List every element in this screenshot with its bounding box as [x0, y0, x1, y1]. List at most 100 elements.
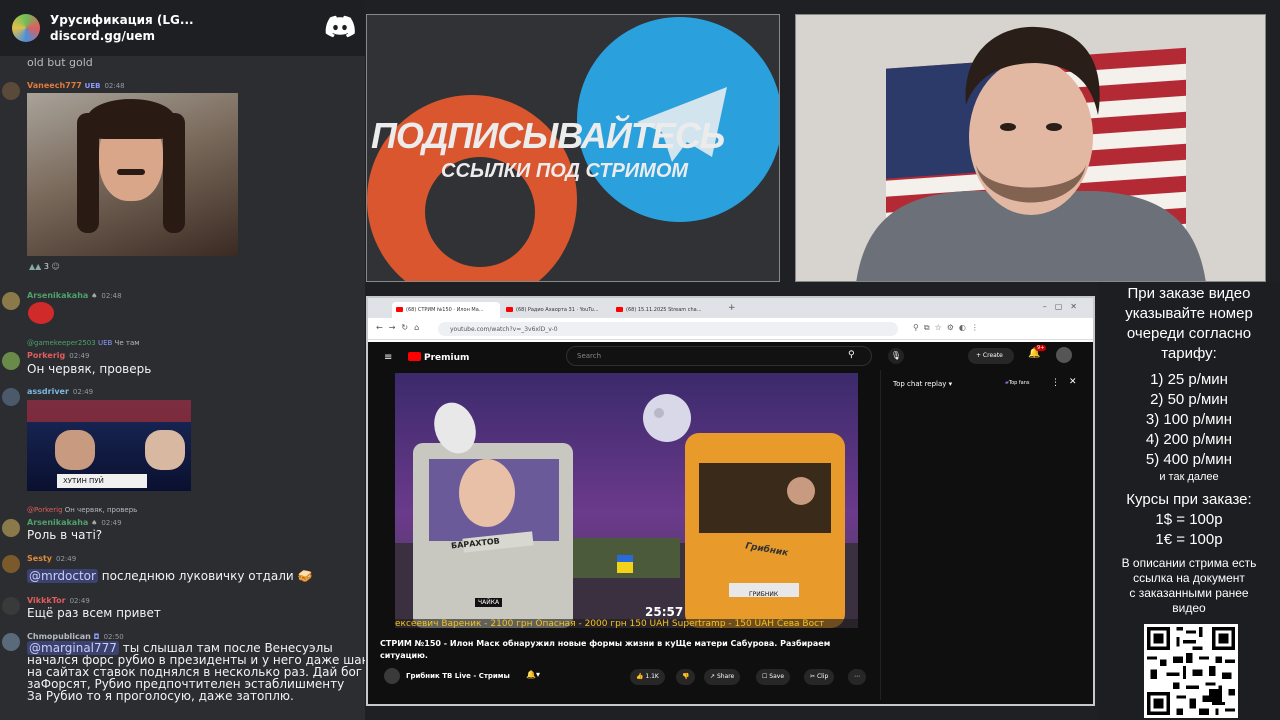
- stream-layout: Урусификация (LG... discord.gg/uem old b…: [0, 0, 1280, 720]
- message-author[interactable]: Vaneech777 UEB 02:48: [27, 81, 125, 90]
- emoji-sticker-icon: [28, 302, 54, 324]
- youtube-page: ≡ Premium Search ⚲ 🎙 + Create 🔔 9+ БАРАХ…: [368, 342, 1093, 704]
- rate-item: 3) 100 р/мин: [1145, 411, 1233, 428]
- message-author[interactable]: VikkkTor 02:49: [27, 596, 90, 605]
- message-author[interactable]: Sesty 02:49: [27, 554, 76, 563]
- info-footer-line: с заказанными ранее: [1129, 586, 1249, 600]
- window-controls[interactable]: –▢✕: [1043, 302, 1085, 311]
- plate-right: ГРИБНИК: [749, 591, 779, 598]
- browser-tab[interactable]: (68) СТРИМ №150 · Илон Ма...: [392, 302, 500, 318]
- chat-replay-dropdown[interactable]: Top chat replay ▾: [893, 380, 952, 388]
- share-button[interactable]: ↗ Share: [704, 669, 741, 685]
- clip-button[interactable]: ✂ Clip: [804, 669, 835, 685]
- account-avatar[interactable]: [1056, 347, 1072, 363]
- donation-ticker: ексеевич Вареник - 2100 грн Опасная - 20…: [395, 619, 825, 628]
- message-text: Ещё раз всем привет: [27, 606, 161, 620]
- dislike-button[interactable]: 👎: [676, 669, 696, 685]
- info-footer-line: В описании стрима есть: [1121, 556, 1257, 570]
- browser-toolbar: ←→↻⌂ youtube.com/watch?v=_3v6xlD_v-0 ⚲⧉☆…: [368, 318, 1093, 340]
- new-tab-button[interactable]: +: [728, 303, 736, 313]
- avatar[interactable]: [2, 82, 20, 100]
- server-invite-link[interactable]: discord.gg/uem: [50, 29, 194, 43]
- more-options-icon[interactable]: ⋮: [1051, 378, 1060, 388]
- rate-item: 1) 25 р/мин: [1150, 371, 1228, 388]
- rate-item: 2) 50 р/мин: [1150, 391, 1228, 408]
- avatar[interactable]: [2, 292, 20, 310]
- message-author[interactable]: assdriver 02:49: [27, 387, 93, 396]
- info-intro-line: При заказе видео: [1127, 285, 1251, 302]
- us-flag-background: [796, 15, 1265, 281]
- info-intro-line: тарифу:: [1161, 345, 1217, 362]
- more-actions-button[interactable]: ⋯: [848, 669, 866, 685]
- nav-buttons-icon[interactable]: ←→↻⌂: [376, 323, 425, 332]
- server-name: Урусификация (LG...: [50, 13, 194, 27]
- order-info-panel: При заказе видео указывайте номер очеред…: [1098, 282, 1280, 720]
- extensions-icons[interactable]: ⚲⧉☆⚙◐⋮: [913, 323, 984, 333]
- avatar[interactable]: [2, 388, 20, 406]
- reaction-chip[interactable]: ▲▲ 3 ☺: [29, 262, 60, 271]
- course-item: 1$ = 100р: [1155, 511, 1223, 528]
- info-intro-line: указывайте номер: [1125, 305, 1253, 322]
- telegram-boosty-banner: ПОДПИСЫВАЙТЕСЬ ССЫЛКИ ПОД СТРИМОМ: [366, 14, 780, 282]
- server-icon: [12, 14, 40, 42]
- channel-avatar[interactable]: [384, 668, 400, 684]
- video-player[interactable]: БАРАХТОВ ЧАЙКА Грибник ГРИБНИК 25:57 екс…: [395, 373, 858, 628]
- message-text-continued: За Рубио то я проголосую, даже затоплю.: [27, 689, 294, 703]
- rates-more: и так далее: [1159, 471, 1219, 483]
- like-button[interactable]: 👍 1.1K: [630, 669, 665, 685]
- plate-left: ЧАЙКА: [475, 598, 503, 607]
- image-caption: ХУТИН ПУЙ: [57, 474, 147, 488]
- discord-chat-panel: Урусификация (LG... discord.gg/uem old b…: [0, 0, 365, 720]
- browser-tabbar: (68) СТРИМ №150 · Илон Ма... (68) Радио …: [368, 298, 1093, 318]
- rate-item: 4) 200 р/мин: [1145, 431, 1233, 448]
- notification-count-badge: 9+: [1035, 345, 1047, 351]
- menu-icon[interactable]: ≡: [384, 352, 392, 363]
- create-button[interactable]: + Create: [968, 348, 1014, 364]
- search-icon[interactable]: ⚲: [848, 350, 855, 360]
- video-timestamp: 25:57: [645, 605, 684, 619]
- notification-bell-dropdown-icon[interactable]: 🔔▾: [526, 670, 540, 679]
- reply-preview[interactable]: @gamekeeper2503 UEB Че там: [27, 339, 140, 347]
- browser-tab[interactable]: (68) 15.11.2025 Stream cha...: [612, 302, 720, 318]
- reply-preview[interactable]: @Porkerig Он червяк, проверь: [27, 506, 137, 514]
- banner-headline: ПОДПИСЫВАЙТЕСЬ: [371, 115, 725, 156]
- info-footer-line: видео: [1172, 601, 1206, 615]
- message-text: Роль в чаті?: [27, 528, 103, 542]
- webcam-image-attachment[interactable]: [27, 93, 238, 256]
- previous-message-fragment: old but gold: [27, 56, 93, 69]
- image-attachment[interactable]: ХУТИН ПУЙ: [27, 400, 191, 491]
- video-title: СТРИМ №150 - Илон Маск обнаружил новые ф…: [380, 639, 831, 660]
- message-text: Он червяк, проверь: [27, 362, 152, 376]
- user-mention[interactable]: @mrdoctor: [27, 569, 98, 583]
- message-text: @mrdoctor последнюю луковичку отдали 🥪: [27, 569, 313, 583]
- message-author[interactable]: Arsenikakaha ♠ 02:48: [27, 291, 122, 300]
- discord-server-header: Урусификация (LG... discord.gg/uem: [0, 0, 365, 56]
- rate-item: 5) 400 р/мин: [1145, 451, 1233, 468]
- microphone-icon[interactable]: 🎙: [888, 348, 904, 364]
- avatar[interactable]: [2, 633, 20, 651]
- browser-window: (68) СТРИМ №150 · Илон Ма... (68) Радио …: [366, 296, 1095, 706]
- discord-logo-icon: [325, 15, 355, 38]
- video-thumbnail-art: [395, 394, 858, 628]
- streamer-webcam: [795, 14, 1266, 282]
- qr-code-icon[interactable]: [1144, 624, 1238, 718]
- live-chat-replay-panel: Top chat replay ▾ ▰Top fans ⋮ ✕: [880, 370, 1092, 700]
- info-footer-line: ссылка на документ: [1133, 571, 1245, 585]
- message-author[interactable]: Porkerig 02:49: [27, 351, 89, 360]
- info-intro-line: очереди согласно: [1126, 325, 1252, 342]
- message-author[interactable]: Arsenikakaha ♠ 02:49: [27, 518, 122, 527]
- avatar[interactable]: [2, 555, 20, 573]
- top-fans-button[interactable]: ▰Top fans: [1005, 380, 1029, 386]
- browser-tab[interactable]: (68) Радио Ахаорта 31 · YouTu...: [502, 302, 610, 318]
- address-bar[interactable]: youtube.com/watch?v=_3v6xlD_v-0: [438, 322, 898, 336]
- close-chat-icon[interactable]: ✕: [1069, 377, 1077, 387]
- message-author[interactable]: Chmopublican ◘ 02:50: [27, 632, 124, 641]
- youtube-premium-logo[interactable]: Premium: [408, 352, 469, 363]
- courses-title: Курсы при заказе:: [1126, 491, 1252, 508]
- avatar[interactable]: [2, 597, 20, 615]
- avatar[interactable]: [2, 519, 20, 537]
- avatar[interactable]: [2, 352, 20, 370]
- save-button[interactable]: ☐ Save: [756, 669, 791, 685]
- search-input[interactable]: Search: [566, 346, 872, 366]
- channel-name[interactable]: Грибник ТВ Live - Стримы: [406, 672, 510, 680]
